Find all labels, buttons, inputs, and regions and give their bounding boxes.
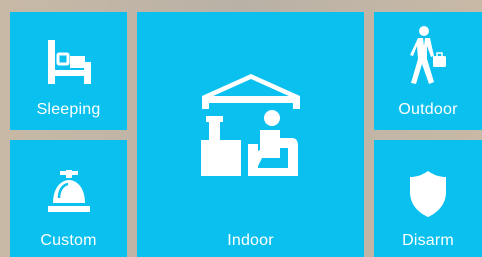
custom-label: Custom — [40, 232, 97, 249]
outdoor-label: Outdoor — [398, 101, 458, 118]
sleeping-label: Sleeping — [36, 101, 101, 118]
person-at-home-icon — [200, 74, 300, 176]
indoor-mode-button[interactable]: Indoor — [137, 12, 364, 257]
service-bell-icon — [47, 170, 90, 212]
disarm-mode-button[interactable]: Disarm — [374, 140, 482, 257]
custom-mode-button[interactable]: Custom — [10, 140, 127, 257]
outdoor-mode-button[interactable]: Outdoor — [374, 12, 482, 130]
sleeping-mode-button[interactable]: Sleeping — [10, 12, 127, 130]
walking-person-with-briefcase-icon — [410, 26, 446, 84]
shield-icon — [410, 171, 446, 217]
indoor-label: Indoor — [227, 232, 274, 249]
disarm-label: Disarm — [402, 232, 454, 249]
bed-icon — [47, 40, 91, 84]
